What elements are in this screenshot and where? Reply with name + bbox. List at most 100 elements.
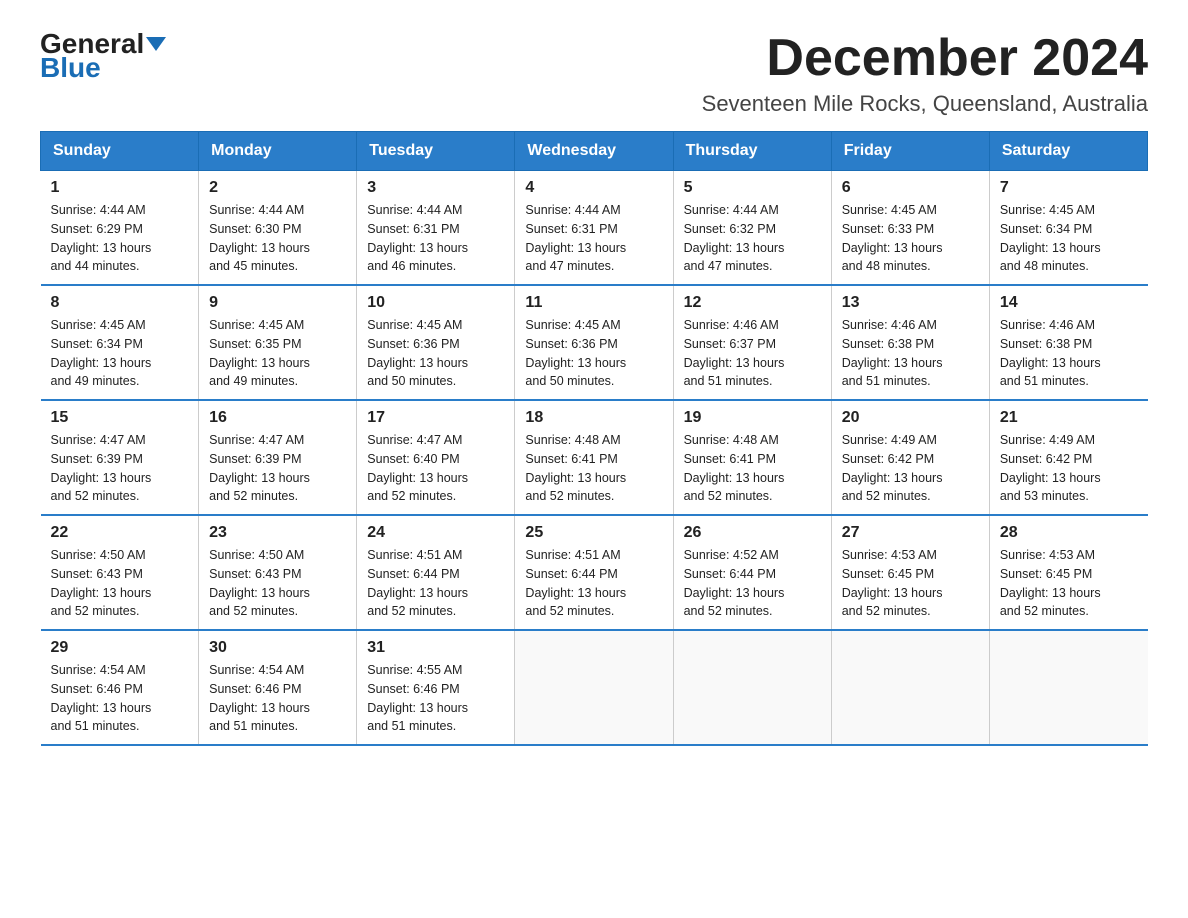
day-info: Sunrise: 4:54 AMSunset: 6:46 PMDaylight:… — [51, 661, 189, 736]
calendar-cell: 25 Sunrise: 4:51 AMSunset: 6:44 PMDayligh… — [515, 515, 673, 630]
day-info: Sunrise: 4:47 AMSunset: 6:40 PMDaylight:… — [367, 431, 504, 506]
calendar-cell: 16 Sunrise: 4:47 AMSunset: 6:39 PMDayligh… — [199, 400, 357, 515]
column-header-tuesday: Tuesday — [357, 132, 515, 171]
day-info: Sunrise: 4:45 AMSunset: 6:33 PMDaylight:… — [842, 201, 979, 276]
day-number: 28 — [1000, 524, 1138, 542]
day-number: 31 — [367, 639, 504, 657]
day-number: 15 — [51, 409, 189, 427]
column-header-saturday: Saturday — [989, 132, 1147, 171]
day-info: Sunrise: 4:51 AMSunset: 6:44 PMDaylight:… — [367, 546, 504, 621]
calendar-cell: 26Sunrise: 4:52 AMSunset: 6:44 PMDayligh… — [673, 515, 831, 630]
calendar-week-row: 29 Sunrise: 4:54 AMSunset: 6:46 PMDayligh… — [41, 630, 1148, 745]
calendar-cell: 24 Sunrise: 4:51 AMSunset: 6:44 PMDayligh… — [357, 515, 515, 630]
calendar-cell — [673, 630, 831, 745]
day-number: 29 — [51, 639, 189, 657]
column-header-thursday: Thursday — [673, 132, 831, 171]
day-info: Sunrise: 4:54 AMSunset: 6:46 PMDaylight:… — [209, 661, 346, 736]
column-header-sunday: Sunday — [41, 132, 199, 171]
calendar-header-row: SundayMondayTuesdayWednesdayThursdayFrid… — [41, 132, 1148, 171]
calendar-cell: 5Sunrise: 4:44 AMSunset: 6:32 PMDaylight… — [673, 171, 831, 286]
calendar-table: SundayMondayTuesdayWednesdayThursdayFrid… — [40, 131, 1148, 746]
calendar-cell: 21 Sunrise: 4:49 AMSunset: 6:42 PMDayligh… — [989, 400, 1147, 515]
day-info: Sunrise: 4:45 AMSunset: 6:36 PMDaylight:… — [367, 316, 504, 391]
day-info: Sunrise: 4:53 AMSunset: 6:45 PMDaylight:… — [1000, 546, 1138, 621]
day-number: 13 — [842, 294, 979, 312]
day-info: Sunrise: 4:44 AMSunset: 6:30 PMDaylight:… — [209, 201, 346, 276]
day-info: Sunrise: 4:52 AMSunset: 6:44 PMDaylight:… — [684, 546, 821, 621]
calendar-cell: 15Sunrise: 4:47 AMSunset: 6:39 PMDayligh… — [41, 400, 199, 515]
day-number: 19 — [684, 409, 821, 427]
day-number: 11 — [525, 294, 662, 312]
calendar-cell: 18 Sunrise: 4:48 AMSunset: 6:41 PMDayligh… — [515, 400, 673, 515]
day-number: 10 — [367, 294, 504, 312]
day-info: Sunrise: 4:51 AMSunset: 6:44 PMDaylight:… — [525, 546, 662, 621]
calendar-cell: 2 Sunrise: 4:44 AMSunset: 6:30 PMDaylight… — [199, 171, 357, 286]
calendar-cell: 8Sunrise: 4:45 AMSunset: 6:34 PMDaylight… — [41, 285, 199, 400]
calendar-week-row: 8Sunrise: 4:45 AMSunset: 6:34 PMDaylight… — [41, 285, 1148, 400]
calendar-cell — [515, 630, 673, 745]
calendar-cell: 14 Sunrise: 4:46 AMSunset: 6:38 PMDayligh… — [989, 285, 1147, 400]
day-number: 18 — [525, 409, 662, 427]
day-number: 8 — [51, 294, 189, 312]
day-number: 22 — [51, 524, 189, 542]
calendar-week-row: 15 Sunrise: 4:47 AMSunset: 6:39 PMDayligh… — [41, 400, 1148, 515]
day-info: Sunrise: 4:44 AMSunset: 6:31 PMDaylight:… — [367, 201, 504, 276]
day-number: 25 — [525, 524, 662, 542]
calendar-cell: 13 Sunrise: 4:46 AMSunset: 6:38 PMDayligh… — [831, 285, 989, 400]
day-number: 21 — [1000, 409, 1138, 427]
calendar-cell: 29 Sunrise: 4:54 AMSunset: 6:46 PMDayligh… — [41, 630, 199, 745]
day-info: Sunrise: 4:44 AMSunset: 6:29 PMDaylight:… — [51, 201, 189, 276]
day-number: 2 — [209, 179, 346, 197]
calendar-cell: 6Sunrise: 4:45 AMSunset: 6:33 PMDaylight… — [831, 171, 989, 286]
calendar-cell: 19Sunrise: 4:48 AMSunset: 6:41 PMDayligh… — [673, 400, 831, 515]
day-info: Sunrise: 4:44 AMSunset: 6:31 PMDaylight:… — [525, 201, 662, 276]
calendar-cell: 7 Sunrise: 4:45 AMSunset: 6:34 PMDaylight… — [989, 171, 1147, 286]
logo: General Blue — [40, 30, 166, 82]
day-info: Sunrise: 4:50 AMSunset: 6:43 PMDaylight:… — [51, 546, 189, 621]
column-header-monday: Monday — [199, 132, 357, 171]
day-number: 16 — [209, 409, 346, 427]
calendar-cell: 12 Sunrise: 4:46 AMSunset: 6:37 PMDayligh… — [673, 285, 831, 400]
day-number: 24 — [367, 524, 504, 542]
day-number: 14 — [1000, 294, 1138, 312]
day-info: Sunrise: 4:46 AMSunset: 6:38 PMDaylight:… — [842, 316, 979, 391]
calendar-cell: 4 Sunrise: 4:44 AMSunset: 6:31 PMDaylight… — [515, 171, 673, 286]
calendar-cell: 10 Sunrise: 4:45 AMSunset: 6:36 PMDayligh… — [357, 285, 515, 400]
day-info: Sunrise: 4:44 AMSunset: 6:32 PMDaylight:… — [684, 201, 821, 276]
calendar-cell: 23 Sunrise: 4:50 AMSunset: 6:43 PMDayligh… — [199, 515, 357, 630]
page-header: General Blue December 2024 Seventeen Mil… — [40, 30, 1148, 117]
day-number: 9 — [209, 294, 346, 312]
day-info: Sunrise: 4:50 AMSunset: 6:43 PMDaylight:… — [209, 546, 346, 621]
title-section: December 2024 Seventeen Mile Rocks, Quee… — [702, 30, 1148, 117]
day-info: Sunrise: 4:49 AMSunset: 6:42 PMDaylight:… — [842, 431, 979, 506]
day-info: Sunrise: 4:46 AMSunset: 6:38 PMDaylight:… — [1000, 316, 1138, 391]
day-info: Sunrise: 4:46 AMSunset: 6:37 PMDaylight:… — [684, 316, 821, 391]
day-number: 27 — [842, 524, 979, 542]
day-info: Sunrise: 4:53 AMSunset: 6:45 PMDaylight:… — [842, 546, 979, 621]
day-number: 12 — [684, 294, 821, 312]
day-number: 23 — [209, 524, 346, 542]
calendar-cell: 11 Sunrise: 4:45 AMSunset: 6:36 PMDayligh… — [515, 285, 673, 400]
day-info: Sunrise: 4:47 AMSunset: 6:39 PMDaylight:… — [209, 431, 346, 506]
calendar-cell: 3 Sunrise: 4:44 AMSunset: 6:31 PMDaylight… — [357, 171, 515, 286]
month-title: December 2024 — [702, 30, 1148, 87]
day-info: Sunrise: 4:45 AMSunset: 6:34 PMDaylight:… — [1000, 201, 1138, 276]
calendar-cell: 31 Sunrise: 4:55 AMSunset: 6:46 PMDayligh… — [357, 630, 515, 745]
day-number: 4 — [525, 179, 662, 197]
calendar-cell: 22 Sunrise: 4:50 AMSunset: 6:43 PMDayligh… — [41, 515, 199, 630]
calendar-cell — [989, 630, 1147, 745]
day-info: Sunrise: 4:49 AMSunset: 6:42 PMDaylight:… — [1000, 431, 1138, 506]
calendar-week-row: 1Sunrise: 4:44 AMSunset: 6:29 PMDaylight… — [41, 171, 1148, 286]
location-subtitle: Seventeen Mile Rocks, Queensland, Austra… — [702, 91, 1148, 117]
day-info: Sunrise: 4:48 AMSunset: 6:41 PMDaylight:… — [525, 431, 662, 506]
day-number: 7 — [1000, 179, 1138, 197]
calendar-cell — [831, 630, 989, 745]
day-number: 17 — [367, 409, 504, 427]
calendar-cell: 1Sunrise: 4:44 AMSunset: 6:29 PMDaylight… — [41, 171, 199, 286]
day-info: Sunrise: 4:55 AMSunset: 6:46 PMDaylight:… — [367, 661, 504, 736]
calendar-cell: 20Sunrise: 4:49 AMSunset: 6:42 PMDayligh… — [831, 400, 989, 515]
day-info: Sunrise: 4:45 AMSunset: 6:36 PMDaylight:… — [525, 316, 662, 391]
day-number: 3 — [367, 179, 504, 197]
calendar-cell: 27 Sunrise: 4:53 AMSunset: 6:45 PMDayligh… — [831, 515, 989, 630]
calendar-week-row: 22 Sunrise: 4:50 AMSunset: 6:43 PMDayligh… — [41, 515, 1148, 630]
